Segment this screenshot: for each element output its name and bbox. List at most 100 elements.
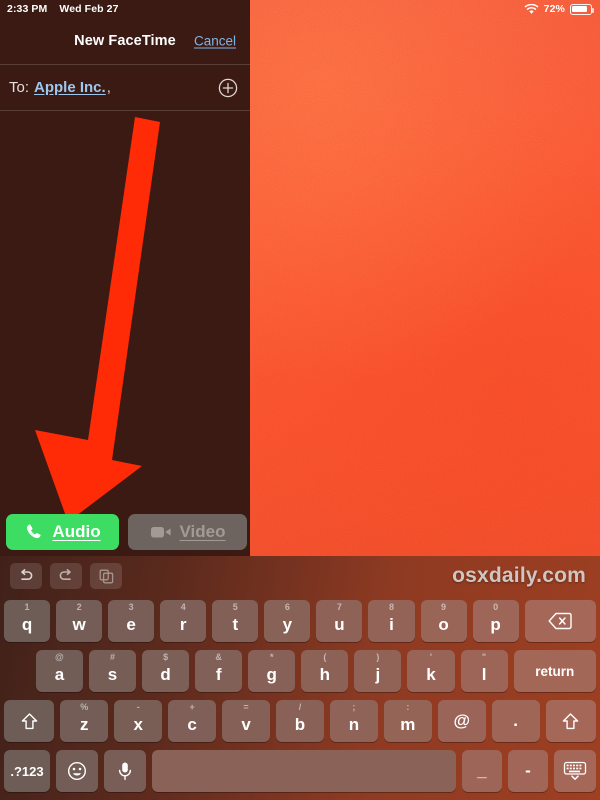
key-label: - <box>525 761 531 780</box>
key-label: i <box>389 614 394 634</box>
add-contact-icon[interactable] <box>218 78 238 98</box>
key-f[interactable]: & f <box>195 650 243 692</box>
key-label: z <box>80 714 89 734</box>
key-hint: & <box>215 652 222 662</box>
key-n[interactable]: ; n <box>329 700 378 742</box>
key-s[interactable]: # s <box>88 650 137 692</box>
key-label: _ <box>477 761 487 780</box>
key-shift-right[interactable] <box>545 700 596 742</box>
key-q[interactable]: 1q <box>4 600 51 642</box>
key-at[interactable]: @ <box>437 700 486 742</box>
audio-call-button[interactable]: Audio <box>6 514 119 550</box>
key-t[interactable]: 5t <box>212 600 259 642</box>
key-label: x <box>133 714 143 734</box>
key-u[interactable]: 7u <box>316 600 363 642</box>
key-hint: ' <box>429 652 433 662</box>
key-hint: 1 <box>24 602 30 612</box>
key-x[interactable]: -x <box>114 700 163 742</box>
key-hint: 7 <box>336 602 342 612</box>
key-return[interactable]: return <box>513 650 596 692</box>
key-label: a <box>54 664 65 684</box>
key-hint: 6 <box>284 602 290 612</box>
key-l[interactable]: " l <box>460 650 508 692</box>
key-y[interactable]: 6y <box>264 600 311 642</box>
facetime-new-call-screen: 2:33 PM Wed Feb 27 72% New FaceTime Canc… <box>0 0 600 800</box>
key-k[interactable]: ' k <box>407 650 455 692</box>
recipient-separator: , <box>106 79 111 96</box>
key-label: s <box>107 664 118 684</box>
key-hint: $ <box>163 652 169 662</box>
key-hint: 9 <box>441 602 447 612</box>
key-label: f <box>215 664 222 684</box>
camera-noise-overlay <box>250 0 600 556</box>
key-label: v <box>241 714 251 734</box>
recipient-token[interactable]: Apple Inc. <box>34 79 106 96</box>
key-r[interactable]: 4r <box>160 600 207 642</box>
video-camera-icon <box>150 527 171 538</box>
key-label: q <box>21 614 33 634</box>
key-w[interactable]: 2w <box>56 600 103 642</box>
key-hint: ; <box>352 702 356 712</box>
recipient-field[interactable]: To: Apple Inc. , <box>0 65 250 110</box>
call-action-buttons: Audio Video <box>0 513 250 551</box>
key-shift-left[interactable] <box>4 700 55 742</box>
battery-icon <box>570 3 595 15</box>
key-hint: 8 <box>388 602 394 612</box>
key-space[interactable] <box>152 750 456 792</box>
key-d[interactable]: $ d <box>142 650 190 692</box>
key-emoji[interactable] <box>56 750 98 792</box>
recipient-divider <box>0 110 250 111</box>
nav-header: New FaceTime Cancel <box>0 18 250 64</box>
keyboard-row-1: 1q2w3e4r5t6y7u8i9o0p <box>0 596 600 646</box>
key-e[interactable]: 3e <box>108 600 155 642</box>
key-hint: 3 <box>128 602 134 612</box>
key-c[interactable]: + c <box>168 700 217 742</box>
key-z[interactable]: % z <box>60 700 109 742</box>
key-label: p <box>490 614 501 634</box>
paste-button[interactable] <box>90 563 122 589</box>
key-p[interactable]: 0p <box>472 600 519 642</box>
key-hint: ) <box>376 652 380 662</box>
key-hint: @ <box>55 652 64 662</box>
key-a[interactable]: @ a <box>35 650 83 692</box>
key-hint: * <box>269 652 274 662</box>
key-hint: 2 <box>76 602 82 612</box>
key-hint: ( <box>323 652 327 662</box>
key-hint: 5 <box>232 602 238 612</box>
keyboard-toolbar: osxdaily.com <box>0 556 600 596</box>
camera-preview <box>250 0 600 556</box>
battery-fill <box>572 5 587 13</box>
key-dash[interactable]: - <box>508 750 548 792</box>
keyboard-row-4: .?123 _ - <box>0 746 600 796</box>
key-i[interactable]: 8i <box>368 600 415 642</box>
keyboard-row-3: % z - x + c = v / b; n: m @. <box>0 696 600 746</box>
key-b[interactable]: / b <box>276 700 324 742</box>
key-label: l <box>481 664 487 684</box>
key-o[interactable]: 9o <box>420 600 467 642</box>
key-dictation[interactable] <box>104 750 146 792</box>
key-hint: + <box>189 702 195 712</box>
cancel-button[interactable]: Cancel <box>194 34 236 49</box>
key-label: e <box>126 614 136 634</box>
key-numeric-switch[interactable]: .?123 <box>4 750 50 792</box>
key-v[interactable]: = v <box>222 700 271 742</box>
key-period[interactable]: . <box>491 700 540 742</box>
undo-button[interactable] <box>10 563 42 589</box>
key-j[interactable]: ) j <box>354 650 402 692</box>
key-m[interactable]: :m <box>383 700 432 742</box>
key-label: @ <box>453 711 471 730</box>
phone-icon <box>27 524 42 539</box>
video-call-button[interactable]: Video <box>128 514 247 550</box>
key-label: u <box>334 614 345 634</box>
onscreen-keyboard: osxdaily.com 1q2w3e4r5t6y7u8i9o0p @ a # s $ d… <box>0 556 600 800</box>
key-hint: - <box>136 702 140 712</box>
key-g[interactable]: * g <box>248 650 296 692</box>
key-label: w <box>72 614 86 634</box>
key-underscore[interactable]: _ <box>462 750 502 792</box>
key-label: h <box>319 664 331 684</box>
key-h[interactable]: (h <box>301 650 349 692</box>
redo-button[interactable] <box>50 563 82 589</box>
key-backspace[interactable] <box>524 600 597 642</box>
key-label: y <box>282 614 293 634</box>
key-dismiss-keyboard[interactable] <box>554 750 596 792</box>
